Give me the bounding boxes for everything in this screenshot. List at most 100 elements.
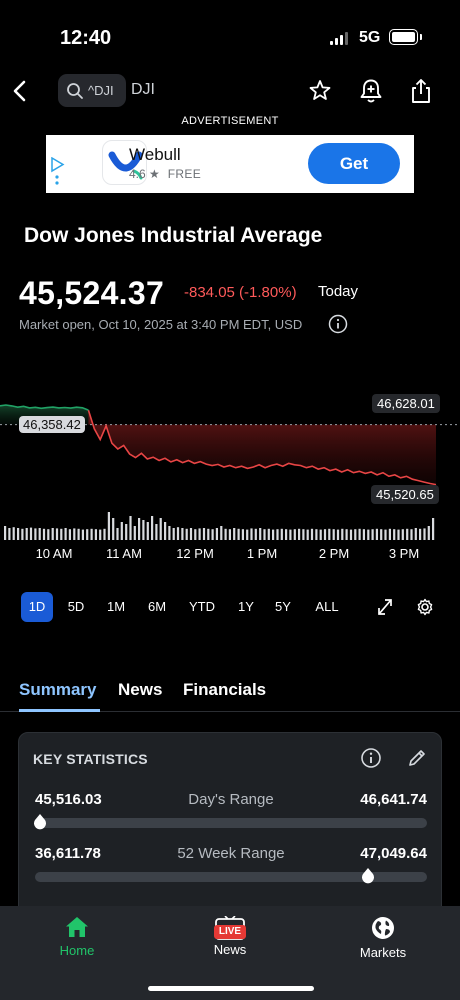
volume-bar	[198, 528, 201, 540]
battery-icon	[389, 29, 422, 45]
volume-bar	[410, 529, 413, 540]
range-1y[interactable]: 1Y	[232, 592, 260, 622]
ad-banner[interactable]: Webull 4.6 ★ FREE Get	[46, 135, 414, 193]
volume-bar	[107, 512, 110, 540]
volume-bar	[172, 528, 175, 540]
range-ytd[interactable]: YTD	[184, 592, 220, 622]
volume-bar	[241, 529, 244, 540]
volume-bar	[272, 529, 275, 540]
volume-bar	[181, 528, 184, 540]
volume-bar	[427, 526, 430, 540]
edit-icon[interactable]	[406, 747, 428, 769]
volume-bar	[77, 528, 80, 540]
status-time: 12:40	[60, 27, 112, 49]
volume-bar	[393, 529, 396, 540]
volume-bar	[298, 528, 301, 540]
volume-bar	[345, 529, 348, 540]
tab-financials[interactable]: Financials	[183, 680, 266, 700]
volume-bar	[21, 528, 24, 540]
volume-bar	[302, 529, 305, 540]
nav-news[interactable]: LIVE News	[180, 916, 280, 957]
volume-bar	[47, 529, 50, 540]
price-change: -834.05 (-1.80%)	[184, 284, 297, 301]
volume-bar	[276, 529, 279, 540]
back-button[interactable]	[8, 76, 32, 106]
range-1m[interactable]: 1M	[101, 592, 131, 622]
days-range-high: 46,641.74	[360, 791, 427, 808]
share-icon	[412, 79, 430, 103]
share-button[interactable]	[408, 77, 434, 105]
volume-bar	[8, 528, 11, 540]
add-alert-button[interactable]	[357, 77, 383, 105]
search-button[interactable]: ^DJI	[58, 74, 126, 107]
price-chart[interactable]: 10 AM 11 AM 12 PM 1 PM 2 PM 3 PM 46,358.42 46…	[0, 380, 460, 570]
volume-bar	[103, 528, 106, 540]
x-tick-label: 1 PM	[247, 546, 277, 561]
volume-bar	[401, 529, 404, 540]
volume-bar	[116, 528, 119, 540]
volume-bar	[189, 528, 193, 540]
volume-bar	[138, 518, 141, 540]
volume-bar	[112, 518, 115, 540]
volume-bar	[254, 528, 257, 540]
range-5y[interactable]: 5Y	[269, 592, 297, 622]
current-price: 45,524.37	[19, 275, 165, 311]
range-5d[interactable]: 5D	[61, 592, 91, 622]
volume-bar	[354, 529, 357, 540]
volume-bar	[90, 528, 93, 540]
live-badge: LIVE	[214, 925, 246, 939]
week52-range-high: 47,049.64	[360, 845, 427, 862]
volume-bar	[371, 529, 374, 540]
range-all[interactable]: ALL	[310, 592, 344, 622]
gear-icon[interactable]	[416, 597, 434, 617]
nav-home-label: Home	[59, 943, 95, 958]
ad-rating-value: 4.6	[129, 167, 146, 181]
volume-bar	[68, 529, 71, 540]
tab-summary[interactable]: Summary	[19, 680, 96, 700]
info-icon[interactable]	[360, 747, 382, 769]
volume-bar	[168, 526, 171, 540]
home-icon	[66, 917, 88, 937]
chevron-left-icon	[13, 80, 26, 102]
volume-bar	[159, 518, 162, 540]
status-bar: 12:40 5G	[0, 0, 460, 70]
volume-bar	[332, 529, 335, 540]
network-type: 5G	[359, 29, 381, 46]
volume-bar	[202, 528, 206, 540]
volume-bar	[414, 528, 417, 540]
volume-bar	[259, 528, 262, 540]
volume-bar	[237, 528, 240, 540]
days-range-row: 45,516.03 Day's Range 46,641.74	[19, 791, 443, 851]
volume-bar	[336, 529, 340, 540]
volume-bar	[25, 528, 28, 540]
range-6m[interactable]: 6M	[142, 592, 172, 622]
volume-bar	[120, 522, 123, 540]
volume-bar	[4, 526, 7, 540]
volume-bar	[133, 526, 136, 540]
nav-markets[interactable]: Markets	[333, 916, 433, 960]
volume-bar	[164, 522, 167, 540]
volume-bar	[211, 529, 214, 540]
volume-bar	[323, 529, 327, 540]
volume-bar	[194, 529, 197, 540]
ad-get-button[interactable]: Get	[308, 143, 400, 184]
volume-bar	[215, 528, 218, 540]
range-1d[interactable]: 1D	[21, 592, 53, 622]
volume-bar	[384, 529, 387, 540]
ad-play-icon	[51, 157, 65, 185]
volume-bar	[328, 528, 331, 540]
info-icon[interactable]	[328, 314, 348, 334]
volume-bar	[224, 528, 227, 540]
x-tick-label: 10 AM	[36, 546, 73, 561]
watchlist-button[interactable]	[307, 77, 333, 105]
tab-news[interactable]: News	[118, 680, 162, 700]
key-statistics-card: KEY STATISTICS 45,516.03 Day's Range 46,…	[18, 732, 442, 932]
change-period: Today	[318, 283, 359, 300]
search-icon	[67, 82, 83, 99]
volume-bar	[73, 528, 76, 540]
expand-icon[interactable]	[376, 597, 394, 617]
volume-bar	[280, 528, 283, 540]
x-tick-label: 3 PM	[389, 546, 419, 561]
nav-bar: ^DJI DJI	[0, 72, 460, 112]
nav-home[interactable]: Home	[27, 916, 127, 958]
